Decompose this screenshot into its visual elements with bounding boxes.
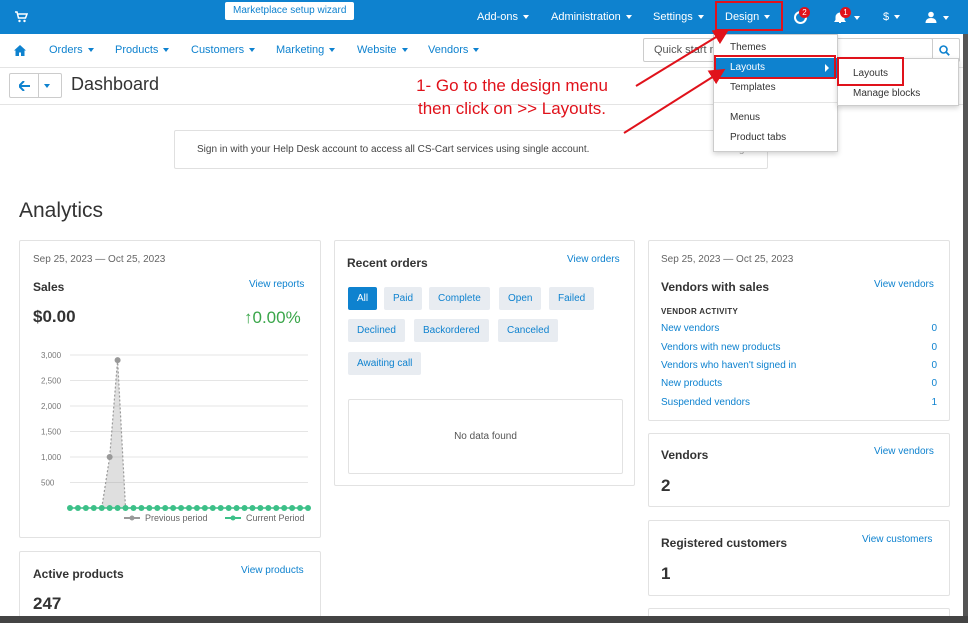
annotation-arrows (623, 28, 730, 134)
window-edge (963, 34, 968, 616)
window-bottom-edge (0, 616, 968, 623)
arrow-to-layouts (623, 68, 726, 134)
